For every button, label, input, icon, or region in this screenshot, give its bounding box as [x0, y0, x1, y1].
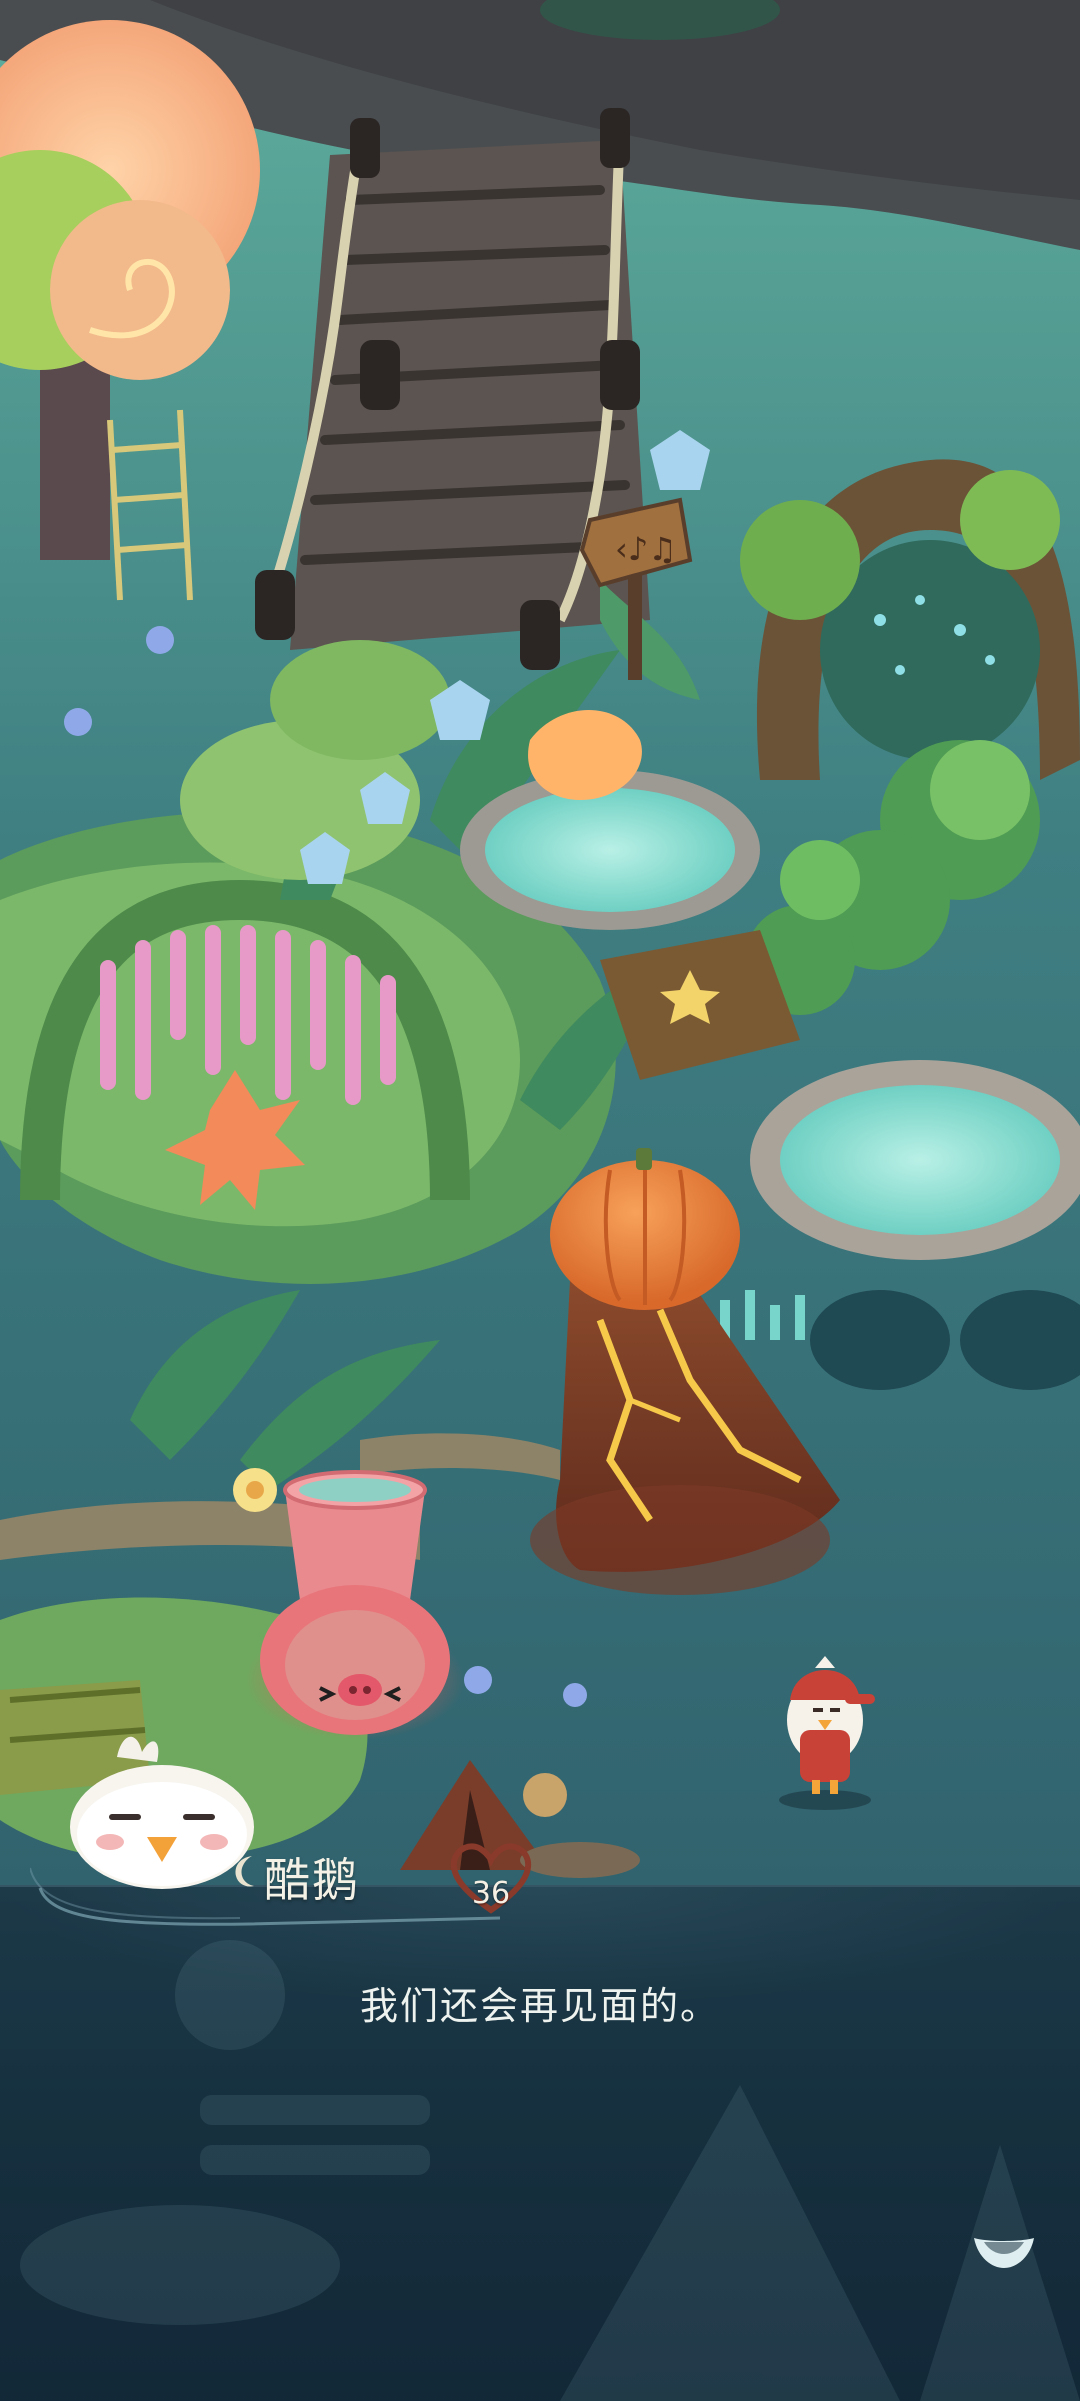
affinity-value: 36	[471, 1876, 511, 1911]
speaker-name: 酷鹅	[264, 1853, 360, 1907]
svg-text:‹♪♫: ‹♪♫	[615, 530, 677, 568]
pond-right	[750, 1060, 1080, 1260]
game-screen: ‹♪♫ 酷鹅 36 我们还会再见面的。	[0, 0, 1080, 2401]
chevron-down-icon[interactable]	[968, 2228, 1040, 2278]
dialog-background-decor	[20, 1940, 1080, 2401]
dialog-message: 我们还会再见面的。	[359, 1984, 720, 2028]
daisy	[233, 1468, 277, 1512]
moon-icon	[235, 1856, 254, 1887]
